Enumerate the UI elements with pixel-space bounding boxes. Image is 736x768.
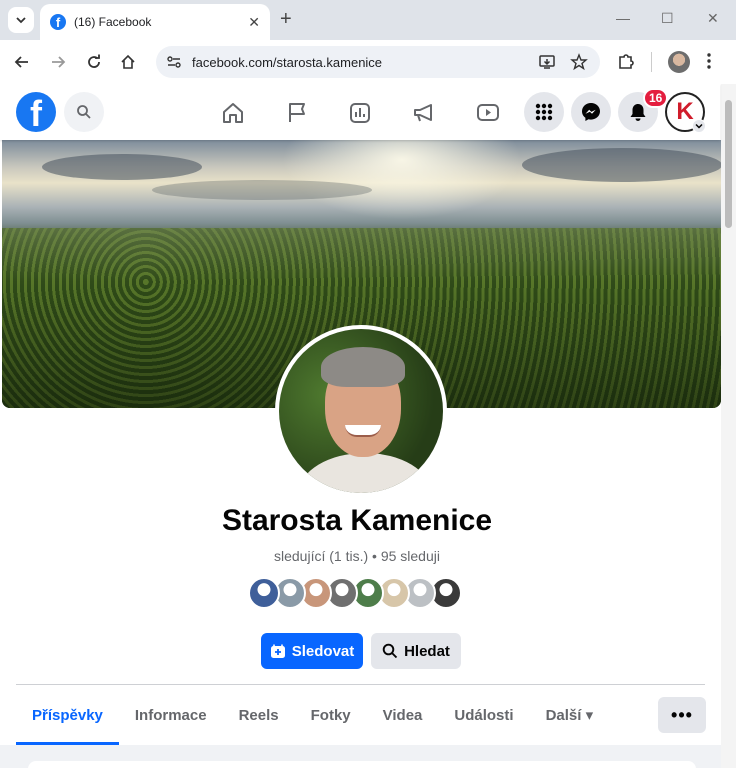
cover-cloud [152,180,372,200]
kebab-menu-icon [707,53,711,69]
url-text: facebook.com/starosta.kamenice [192,54,383,70]
install-app-icon[interactable] [538,53,556,71]
back-button[interactable] [12,52,32,72]
flag-icon [289,103,305,122]
grid-menu-icon [535,103,553,121]
messenger-button[interactable] [571,92,611,132]
profile-follow-stats[interactable]: sledující (1 tis.) • 95 sleduji [0,548,714,564]
account-avatar-initial: K [676,98,694,125]
feed-card [28,761,696,768]
follow-button[interactable]: Sledovat [261,633,363,669]
chevron-down-icon [16,17,26,24]
browser-toolbar: facebook.com/starosta.kamenice [0,40,736,84]
home-button[interactable] [118,52,138,72]
follow-icon [270,644,285,658]
search-icon [77,105,91,119]
profile-tab[interactable]: Reels [223,685,295,745]
facebook-favicon-icon: f [50,14,66,30]
chart-icon [350,103,370,123]
puzzle-icon [619,54,634,69]
nav-insights-button[interactable] [347,100,373,126]
megaphone-icon [414,104,432,122]
site-settings-icon[interactable] [166,54,182,70]
facebook-search-button[interactable] [64,92,104,132]
chrome-profile-button[interactable] [668,51,690,73]
facebook-logo-icon[interactable]: f [16,92,56,132]
tab-close-icon[interactable]: ✕ [248,14,260,31]
follow-button-label: Sledovat [291,642,355,660]
profile-tab[interactable]: Fotky [295,685,367,745]
profile-tab[interactable]: Videa [367,685,439,745]
tab-search-dropdown[interactable] [8,7,34,33]
profile-tab[interactable]: Další ▾ [530,685,610,745]
notification-count-badge: 16 [643,88,669,108]
messenger-icon [582,103,600,121]
search-profile-button[interactable]: Hledat [371,633,461,669]
follower-avatars[interactable] [248,577,462,609]
nav-pages-button[interactable] [284,100,310,126]
nav-video-button[interactable] [475,100,501,126]
cover-cloud [42,154,202,180]
chrome-profile-avatar [668,51,690,73]
extensions-button[interactable] [616,51,636,76]
video-play-icon [477,104,499,121]
facebook-top-nav: f 16 K [0,84,720,140]
reload-button[interactable] [84,52,104,72]
address-bar[interactable]: facebook.com/starosta.kamenice [156,46,600,78]
home-icon [121,54,135,69]
new-tab-button[interactable]: + [280,8,292,30]
tab-title: (16) Facebook [74,15,152,29]
account-menu-button[interactable]: K [665,92,706,133]
menu-grid-button[interactable] [524,92,564,132]
browser-tab-facebook[interactable]: f (16) Facebook ✕ [40,4,270,40]
search-icon [382,643,398,659]
cover-cloud [522,148,721,182]
maximize-button[interactable]: ☐ [661,10,674,27]
search-button-label: Hledat [404,642,450,660]
home-icon [223,103,243,123]
chrome-menu-button[interactable] [706,51,712,76]
arrow-right-icon [52,56,66,68]
page-viewport: f 16 K Starosta Kamenice sledující (1 ti… [0,84,736,768]
minimize-button[interactable]: — [616,10,630,26]
follower-avatar[interactable] [248,577,280,609]
arrow-left-icon [14,56,28,68]
profile-tab[interactable]: Informace [119,685,223,745]
browser-tab-strip: f (16) Facebook ✕ + — ☐ ✕ [0,0,736,40]
toolbar-divider [651,52,652,72]
forward-button[interactable] [48,52,68,72]
profile-picture[interactable] [275,325,447,497]
reload-icon [88,54,100,68]
bookmark-star-icon[interactable] [570,53,588,71]
profile-name: Starosta Kamenice [221,504,493,537]
close-window-button[interactable]: ✕ [707,10,719,27]
profile-tabs: Příspěvky Informace Reels Fotky Videa Událost… [16,685,609,745]
nav-ads-button[interactable] [411,100,437,126]
profile-more-button[interactable]: ••• [658,697,706,733]
nav-home-button[interactable] [220,100,246,126]
profile-tab[interactable]: Události [438,685,529,745]
profile-tab[interactable]: Příspěvky [16,685,119,745]
scrollbar-thumb[interactable] [725,100,732,228]
chevron-down-icon [692,119,706,133]
cover-sky-glow [282,140,522,220]
